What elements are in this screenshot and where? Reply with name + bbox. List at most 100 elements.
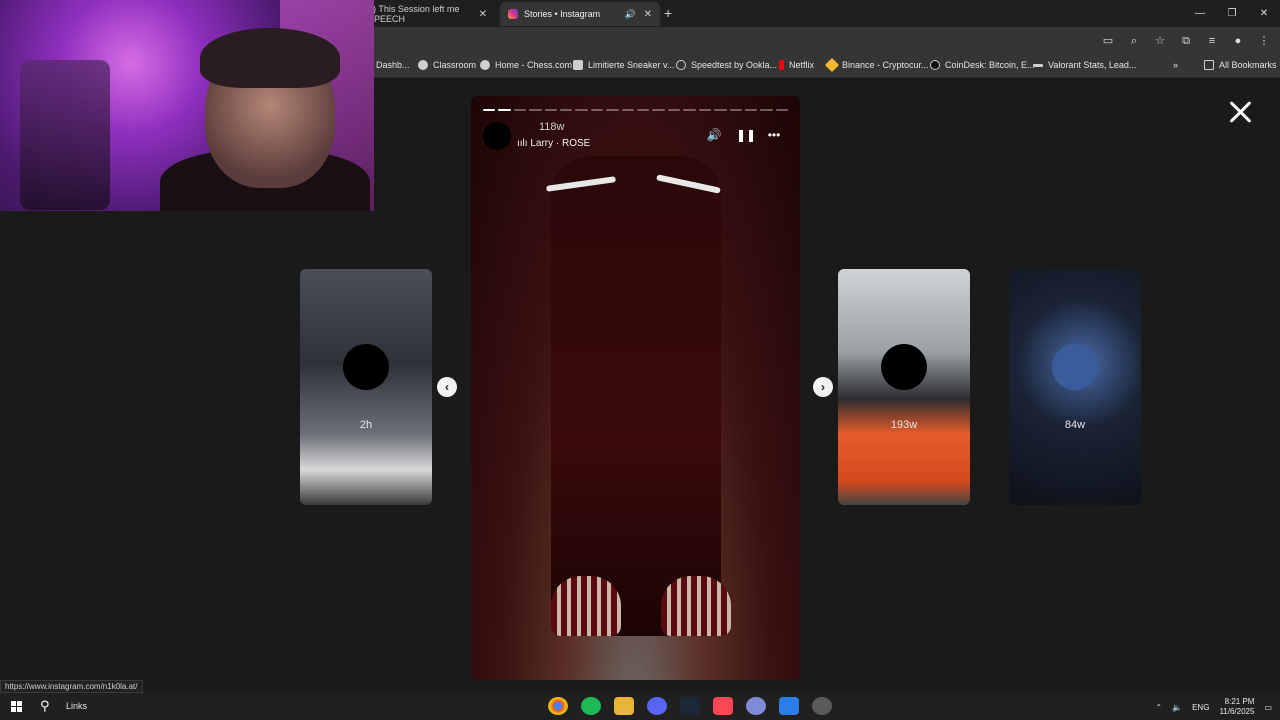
avatar [881, 344, 927, 390]
avatar [1052, 344, 1098, 390]
status-bar-url: https://www.instagram.com/n1k0la.at/ [0, 680, 143, 693]
bookmark-star-icon[interactable]: ☆ [1152, 33, 1168, 49]
system-tray: ⌃ 🔈 ENG 8:21 PM 11/6/2025 ▭ [1155, 697, 1272, 717]
app-icon[interactable] [812, 697, 832, 715]
progress-segment [498, 109, 511, 111]
story-controls: 🔊 ❚❚ ••• [706, 128, 782, 142]
chrome-icon[interactable] [548, 697, 568, 715]
new-tab-button[interactable]: + [664, 5, 672, 21]
bookmark-item[interactable]: Valorant Stats, Lead... [1033, 60, 1136, 70]
progress-segment [637, 109, 650, 111]
bookmark-item[interactable]: Netflix [779, 60, 814, 70]
shoe [551, 576, 621, 636]
windows-start-icon[interactable] [11, 701, 22, 712]
bookmark-item[interactable]: CoinDesk: Bitcoin, E... [930, 60, 1035, 70]
media-icon[interactable]: ≡ [1204, 33, 1220, 49]
story-age: 2h [359, 419, 373, 431]
progress-segment [606, 109, 619, 111]
discord-icon[interactable] [647, 697, 667, 715]
story-age: 118w [539, 121, 565, 133]
links-toolbar-label[interactable]: Links [66, 701, 87, 711]
menu-icon[interactable]: ⋮ [1256, 33, 1272, 49]
avatar[interactable] [483, 122, 511, 150]
language-indicator[interactable]: ENG [1192, 703, 1209, 712]
progress-segment [513, 109, 527, 111]
bookmarks-overflow-button[interactable]: » [1173, 60, 1178, 70]
volume-icon[interactable]: 🔈 [1172, 703, 1182, 712]
tab-title: Stories • Instagram [524, 9, 601, 19]
profile-icon[interactable]: ● [1230, 33, 1246, 49]
minimize-button[interactable]: — [1184, 0, 1216, 27]
instagram-icon [508, 9, 518, 19]
bookmark-item[interactable]: Limitierte Sneaker v... [573, 60, 674, 70]
bookmark-item[interactable]: Speedtest by Ookla... [676, 60, 777, 70]
microphone [20, 60, 110, 210]
more-options-icon[interactable]: ••• [766, 128, 782, 142]
globe-icon [418, 60, 428, 70]
coindesk-icon [930, 60, 940, 70]
music-icon: ıılı [517, 138, 531, 149]
progress-segment [544, 109, 558, 111]
tab-instagram-stories[interactable]: Stories • Instagram 🔊 ✕ [500, 2, 660, 26]
progress-segment [698, 109, 712, 111]
progress-segment [667, 109, 681, 111]
active-story[interactable]: 118w ıılı Larry · ROSE 🔊 ❚❚ ••• [471, 96, 800, 680]
windows-taskbar: ⚲ Links ⌃ 🔈 ENG 8:21 PM 11/6/2025 ▭ [0, 693, 1280, 720]
progress-segment [483, 109, 496, 111]
zoom-icon[interactable]: ⌕ [1126, 33, 1142, 49]
spotify-icon[interactable] [581, 697, 601, 715]
streamer-hair [200, 28, 340, 88]
taskbar-apps [548, 697, 832, 715]
riot-icon[interactable] [713, 697, 733, 715]
story-age: 193w [890, 419, 918, 431]
window-controls: — ❐ ✕ [1184, 0, 1280, 27]
clock[interactable]: 8:21 PM 11/6/2025 [1219, 697, 1254, 717]
progress-segment [775, 109, 789, 111]
screen: 4) This Session left me SPEECH ✕ Stories… [0, 0, 1280, 720]
progress-segment [714, 109, 727, 111]
progress-segment [621, 109, 635, 111]
page-icon [573, 60, 583, 70]
file-explorer-icon[interactable] [614, 697, 634, 715]
side-story-preview[interactable]: 2h [300, 269, 432, 505]
tab-close-icon[interactable]: ✕ [479, 9, 487, 20]
notifications-icon[interactable]: ▭ [1264, 703, 1272, 712]
side-story-preview[interactable]: 193w [838, 269, 970, 505]
progress-segment [744, 109, 758, 111]
progress-segment [529, 109, 542, 111]
tab-youtube[interactable]: 4) This Session left me SPEECH ✕ [360, 2, 495, 26]
pause-icon[interactable]: ❚❚ [736, 128, 756, 142]
steam-icon[interactable] [680, 697, 700, 715]
restore-button[interactable]: ❐ [1216, 0, 1248, 27]
valorant-icon [1033, 63, 1043, 67]
side-story-preview[interactable]: 84w [1009, 269, 1141, 505]
search-icon[interactable]: ⚲ [40, 698, 50, 714]
next-story-button[interactable]: › [813, 377, 833, 397]
progress-segment [560, 109, 573, 111]
netflix-icon [779, 60, 784, 70]
tab-close-icon[interactable]: ✕ [644, 9, 652, 20]
story-progress-bar [483, 109, 789, 111]
previous-story-button[interactable]: ‹ [437, 377, 457, 397]
all-bookmarks-button[interactable]: All Bookmarks [1204, 60, 1277, 70]
app-icon[interactable] [779, 697, 799, 715]
globe-icon [480, 60, 490, 70]
folder-icon [1204, 60, 1214, 70]
tab-audio-icon[interactable]: 🔊 [625, 9, 636, 20]
bookmark-item[interactable]: Dashb... [376, 60, 410, 70]
tray-overflow-icon[interactable]: ⌃ [1155, 703, 1162, 712]
app-icon[interactable] [746, 697, 766, 715]
progress-segment [683, 109, 696, 111]
avatar [343, 344, 389, 390]
bookmark-item[interactable]: Home - Chess.com [480, 60, 572, 70]
cast-icon[interactable]: ▭ [1100, 33, 1116, 49]
shoe [661, 576, 731, 636]
close-stories-button[interactable] [1227, 99, 1253, 125]
extensions-icon[interactable]: ⧉ [1178, 33, 1194, 49]
close-window-button[interactable]: ✕ [1248, 0, 1280, 27]
bookmark-item[interactable]: Binance - Cryptocur... [824, 57, 929, 73]
progress-segment [590, 109, 604, 111]
bookmark-item[interactable]: Classroom [418, 60, 476, 70]
volume-icon[interactable]: 🔊 [706, 128, 722, 142]
story-music-label[interactable]: ıılı Larry · ROSE [517, 138, 590, 149]
